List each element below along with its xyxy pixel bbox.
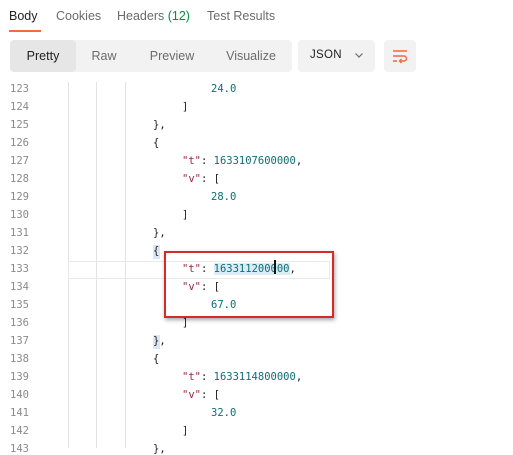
line-number: 130 — [10, 209, 29, 221]
json-bracket: ] — [182, 425, 189, 437]
line-number: 143 — [10, 443, 29, 455]
format-select-value: JSON — [310, 49, 342, 61]
line-number: 141 — [10, 407, 29, 419]
tab-headers[interactable]: Headers (12) — [117, 9, 190, 23]
active-tab-indicator — [9, 30, 41, 32]
json-brace: }, — [153, 227, 166, 239]
tab-headers-label: Headers — [117, 9, 165, 23]
tab-cookies[interactable]: Cookies — [56, 9, 101, 23]
json-line: "t": 1633114800000, — [182, 371, 303, 383]
view-raw-button[interactable]: Raw — [76, 40, 132, 72]
json-number: 28.0 — [211, 191, 237, 203]
json-brace: }, — [153, 443, 166, 455]
line-number: 125 — [10, 119, 29, 131]
tab-body[interactable]: Body — [9, 9, 38, 23]
json-line: "v": [ — [182, 389, 220, 401]
response-toolbar: Pretty Raw Preview Visualize JSON — [0, 37, 513, 77]
json-key: "v" — [182, 173, 201, 185]
view-pretty-button[interactable]: Pretty — [10, 40, 76, 72]
format-select[interactable]: JSON — [298, 40, 375, 72]
json-bracket: ] — [182, 101, 189, 113]
wrap-lines-icon — [393, 50, 408, 64]
line-number: 131 — [10, 227, 29, 239]
json-bracket: ] — [182, 209, 189, 221]
json-number: 32.0 — [211, 407, 237, 419]
tab-test-results[interactable]: Test Results — [207, 9, 275, 23]
json-key: "t" — [182, 371, 201, 383]
line-number: 140 — [10, 389, 29, 401]
json-line: "t": 1633107600000, — [182, 155, 303, 167]
line-number: 134 — [10, 281, 29, 293]
json-number: 1633114800000 — [213, 371, 296, 383]
line-number: 135 — [10, 299, 29, 311]
line-number: 128 — [10, 173, 29, 185]
wrap-lines-button[interactable] — [384, 40, 416, 72]
json-number: 24.0 — [211, 83, 237, 95]
line-number: 132 — [10, 245, 29, 257]
json-bracket: ] — [182, 317, 189, 329]
line-number: 124 — [10, 101, 29, 113]
json-number: 1633107600000 — [213, 155, 296, 167]
line-number: 127 — [10, 155, 29, 167]
line-number: 142 — [10, 425, 29, 437]
view-mode-switcher: Pretty Raw Preview Visualize — [10, 40, 292, 72]
view-preview-button[interactable]: Preview — [134, 40, 210, 72]
json-brace: { — [153, 137, 160, 149]
json-brace: }, — [153, 335, 166, 347]
line-number: 136 — [10, 317, 29, 329]
json-line: "v": [ — [182, 173, 220, 185]
line-number: 138 — [10, 353, 29, 365]
json-brace: { — [153, 353, 160, 365]
line-number: 133 — [10, 263, 29, 275]
view-visualize-button[interactable]: Visualize — [210, 40, 292, 72]
line-number: 126 — [10, 137, 29, 149]
json-brace: { — [153, 245, 160, 257]
chevron-down-icon — [355, 53, 363, 58]
headers-count-badge: (12) — [167, 9, 190, 23]
json-key: "v" — [182, 389, 201, 401]
json-key: "t" — [182, 155, 201, 167]
line-number: 137 — [10, 335, 29, 347]
json-brace: }, — [153, 119, 166, 131]
response-tabs: Body Cookies Headers (12) Test Results — [0, 0, 513, 32]
line-number: 139 — [10, 371, 29, 383]
line-number: 123 — [10, 83, 29, 95]
annotation-highlight-box — [164, 251, 334, 318]
line-number: 129 — [10, 191, 29, 203]
